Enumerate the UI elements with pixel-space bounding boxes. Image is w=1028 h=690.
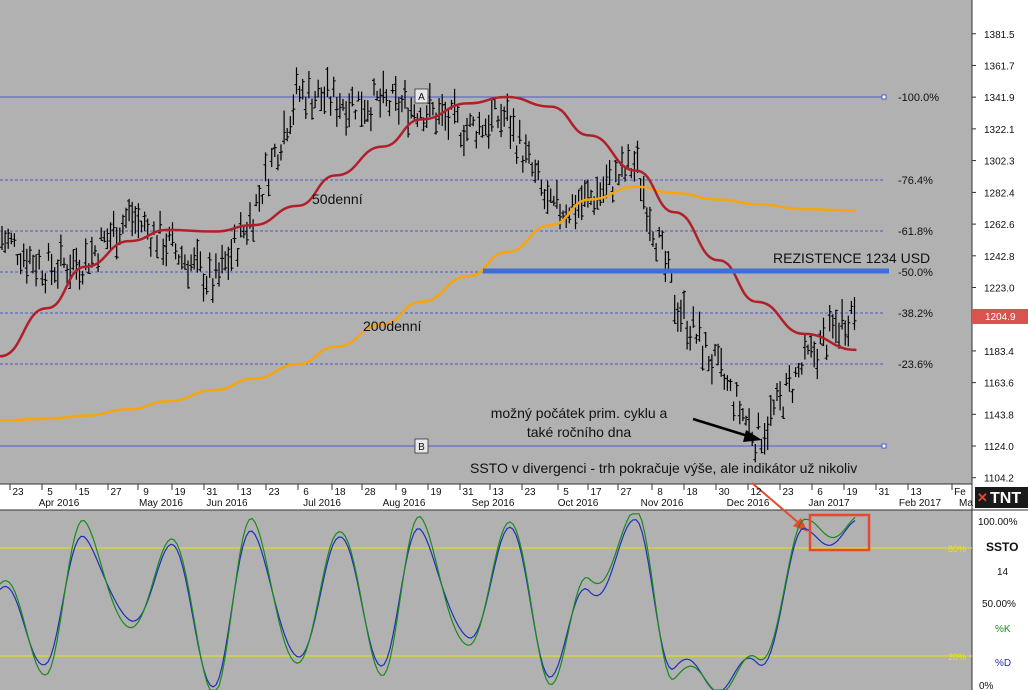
fib-label-38: -38.2%	[898, 308, 933, 320]
current-price-label: 1204.9	[985, 312, 1016, 323]
fib-label-100: -100.0%	[898, 92, 939, 104]
date-day-label: 28	[364, 487, 376, 498]
cycle-low-text-1: možný počátek prim. cyklu a	[491, 405, 668, 421]
cycle-low-text-2: také ročního dna	[527, 424, 632, 440]
date-day-label: 5	[563, 487, 569, 498]
stoch-period: 14	[997, 567, 1009, 578]
stoch-axis-0: 0%	[979, 681, 994, 690]
date-day-label: 15	[78, 487, 90, 498]
date-day-label: 9	[401, 487, 407, 498]
date-day-label: 13	[492, 487, 504, 498]
divergence-text: SSTO v divergenci - trh pokračuje výše, …	[470, 460, 857, 476]
price-tick-label: 1361.7	[984, 61, 1015, 72]
price-tick-label: 1262.6	[984, 220, 1015, 231]
stoch-axis-100: 100.00%	[978, 517, 1018, 528]
price-tick-label: 1381.5	[984, 30, 1015, 41]
price-tick-label: 1223.0	[984, 284, 1015, 295]
stoch-name: SSTO	[986, 540, 1018, 554]
date-day-label: 23	[12, 487, 24, 498]
price-tick-label: 1183.4	[984, 347, 1014, 358]
svg-text:✕: ✕	[977, 490, 988, 505]
date-day-label: 13	[910, 487, 922, 498]
price-tick-label: 1322.1	[984, 125, 1015, 136]
date-day-label: 19	[174, 487, 186, 498]
price-tick-label: 1163.6	[984, 379, 1014, 390]
price-tick-label: 1104.2	[984, 474, 1014, 485]
ma200-label: 200denní	[363, 318, 422, 334]
ma50-label: 50denní	[312, 191, 363, 207]
price-tick-label: 1341.9	[984, 93, 1015, 104]
date-day-label: 9	[143, 487, 149, 498]
price-chart: -100.0% -76.4% -61.8% -50.0% -38.2% -23.…	[0, 0, 1028, 690]
fib-label-50: -50.0%	[898, 267, 933, 279]
date-day-label: 31	[206, 487, 218, 498]
date-day-label: 6	[817, 487, 823, 498]
date-day-label: Fe	[954, 487, 966, 498]
fib-handle-top[interactable]	[881, 94, 887, 100]
date-month-label: Jul 2016	[303, 498, 341, 509]
price-tick-label: 1242.8	[984, 252, 1015, 263]
resistance-label: REZISTENCE 1234 USD	[773, 250, 930, 266]
date-month-label: Feb 2017	[899, 498, 942, 509]
date-month-label: Aug 2016	[383, 498, 426, 509]
date-day-label: 31	[462, 487, 474, 498]
date-month-label: May 2016	[139, 498, 183, 509]
date-day-label: 18	[686, 487, 698, 498]
date-day-label: 19	[430, 487, 442, 498]
stoch-axis-50: 50.00%	[982, 599, 1016, 610]
date-day-label: 6	[303, 487, 309, 498]
date-month-label: Jan 2017	[808, 498, 850, 509]
price-tick-label: 1282.4	[984, 188, 1015, 199]
date-month-label: Nov 2016	[641, 498, 684, 509]
date-day-label: 19	[846, 487, 858, 498]
stoch-level-20-label: 20%	[948, 652, 966, 662]
date-day-label: 13	[240, 487, 252, 498]
fib-label-23: -23.6%	[898, 359, 933, 371]
tnt-logo-text: TNT	[990, 490, 1021, 507]
date-day-label: 31	[878, 487, 890, 498]
date-day-label: 23	[524, 487, 536, 498]
fib-label-76: -76.4%	[898, 175, 933, 187]
date-day-label: 23	[782, 487, 794, 498]
date-day-label: 27	[110, 487, 122, 498]
date-month-label: Jun 2016	[206, 498, 248, 509]
date-day-label: 27	[620, 487, 632, 498]
date-day-label: 17	[590, 487, 602, 498]
stoch-k-label: %K	[995, 624, 1011, 635]
date-day-label: 30	[718, 487, 730, 498]
stoch-level-80-label: 80%	[948, 544, 966, 554]
price-tick-label: 1143.8	[984, 410, 1014, 421]
date-day-label: 18	[334, 487, 346, 498]
tnt-logo: TNT ✕	[975, 487, 1028, 508]
point-a-label: A	[418, 92, 425, 103]
date-day-label: 5	[47, 487, 53, 498]
date-month-label: Ma	[959, 498, 973, 509]
date-month-label: Apr 2016	[39, 498, 80, 509]
fib-handle-bottom[interactable]	[881, 443, 887, 449]
point-b-label: B	[418, 442, 425, 453]
date-day-label: 12	[750, 487, 762, 498]
date-month-label: Sep 2016	[472, 498, 515, 509]
date-month-label: Dec 2016	[727, 498, 770, 509]
price-tick-label: 1124.0	[984, 442, 1014, 453]
date-day-label: 23	[268, 487, 280, 498]
fib-label-61: -61.8%	[898, 226, 933, 238]
date-day-label: 8	[657, 487, 663, 498]
price-panel	[0, 0, 972, 484]
price-tick-label: 1302.3	[984, 157, 1015, 168]
stoch-d-label: %D	[995, 658, 1011, 669]
date-month-label: Oct 2016	[558, 498, 599, 509]
